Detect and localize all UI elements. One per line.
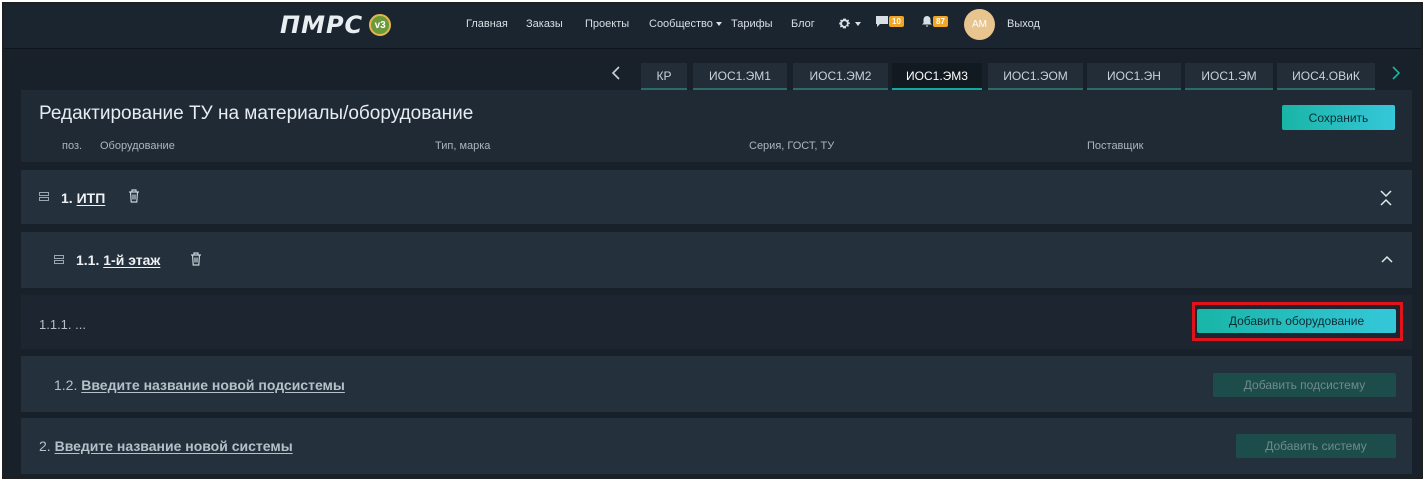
notifications-count-badge: 87 <box>933 16 948 27</box>
new-subsystem-name: Введите название новой подсистемы <box>81 377 345 393</box>
column-header-type: Тип, марка <box>435 140 491 152</box>
chevron-up-icon[interactable] <box>1381 255 1393 263</box>
new-system-label[interactable]: 2. Введите название новой системы <box>39 438 293 454</box>
new-subsystem-number: 1.2. <box>54 377 78 393</box>
chevron-down-icon <box>715 22 722 27</box>
trash-icon[interactable] <box>190 252 202 266</box>
messages-button[interactable]: 10 <box>876 16 904 27</box>
tab-ios1-em3[interactable]: ИОС1.ЭМ3 <box>892 63 982 90</box>
system-title[interactable]: 1. ИТП <box>61 190 105 206</box>
logo[interactable]: ПМРС v3 <box>280 11 392 39</box>
new-system-name: Введите название новой системы <box>54 438 293 454</box>
tab-ios1-eom[interactable]: ИОС1.ЭОМ <box>988 63 1083 90</box>
equipment-number: 1.1.1. <box>39 317 72 332</box>
column-header-position: поз. <box>62 140 83 152</box>
chevron-right-icon[interactable] <box>1391 66 1401 80</box>
system-name: ИТП <box>76 190 106 206</box>
tab-ios4-ovik[interactable]: ИОС4.ОВиК <box>1277 63 1375 90</box>
nav-pricing[interactable]: Тарифы <box>731 18 773 30</box>
tab-kr[interactable]: КР <box>641 63 687 90</box>
nav-home[interactable]: Главная <box>466 18 508 30</box>
version-badge: v3 <box>369 14 392 36</box>
subsystem-title[interactable]: 1.1. 1-й этаж <box>76 252 160 268</box>
nav-community[interactable]: Сообщество <box>649 18 722 30</box>
page-title: Редактирование ТУ на материалы/оборудова… <box>39 103 474 124</box>
subsystem-name: 1-й этаж <box>103 252 161 268</box>
app-window: ПМРС v3 Главная Заказы Проекты Сообществ… <box>2 2 1423 479</box>
add-subsystem-button[interactable]: Добавить подсистему <box>1213 373 1396 397</box>
nav-projects[interactable]: Проекты <box>585 18 629 30</box>
tab-ios1-em1[interactable]: ИОС1.ЭМ1 <box>693 63 787 90</box>
new-system-number: 2. <box>39 438 51 454</box>
chevron-down-icon <box>855 21 861 26</box>
system-number: 1. <box>61 190 73 206</box>
nav-community-label: Сообщество <box>649 18 713 30</box>
drag-handle-icon[interactable] <box>54 255 64 264</box>
notifications-button[interactable]: 87 <box>922 16 948 27</box>
editor-header <box>21 90 1412 162</box>
trash-icon[interactable] <box>128 189 140 203</box>
column-header-series: Серия, ГОСТ, ТУ <box>749 140 835 152</box>
chat-icon <box>876 16 888 27</box>
nav-blog[interactable]: Блог <box>791 18 815 30</box>
nav-orders[interactable]: Заказы <box>526 18 563 30</box>
drag-handle-icon[interactable] <box>39 192 49 201</box>
chevron-left-icon[interactable] <box>611 66 621 80</box>
subsystem-number: 1.1. <box>76 252 100 268</box>
settings-menu[interactable] <box>838 17 861 30</box>
highlight-box <box>1192 302 1403 341</box>
column-header-supplier: Поставщик <box>1087 140 1144 152</box>
tab-ios1-em[interactable]: ИОС1.ЭМ <box>1185 63 1273 90</box>
system-row <box>21 170 1412 224</box>
top-navbar: ПМРС v3 Главная Заказы Проекты Сообществ… <box>4 4 1421 49</box>
logout-link[interactable]: Выход <box>1007 18 1040 30</box>
add-system-button[interactable]: Добавить систему <box>1236 434 1396 458</box>
equipment-placeholder: ... <box>75 317 86 332</box>
collapse-all-icon[interactable] <box>1380 190 1392 206</box>
tab-ios1-en[interactable]: ИОС1.ЭН <box>1087 63 1181 90</box>
equipment-row-label: 1.1.1. ... <box>39 317 86 332</box>
tab-ios1-em2[interactable]: ИОС1.ЭМ2 <box>793 63 888 90</box>
avatar[interactable]: AM <box>964 9 995 40</box>
messages-count-badge: 10 <box>889 16 904 27</box>
bell-icon <box>922 16 932 27</box>
new-subsystem-label[interactable]: 1.2. Введите название новой подсистемы <box>54 377 345 393</box>
save-button[interactable]: Сохранить <box>1282 105 1395 130</box>
subsystem-row <box>21 232 1412 288</box>
column-header-equipment: Оборудование <box>100 140 175 152</box>
logo-text: ПМРС <box>280 11 364 39</box>
gear-icon <box>839 18 850 29</box>
